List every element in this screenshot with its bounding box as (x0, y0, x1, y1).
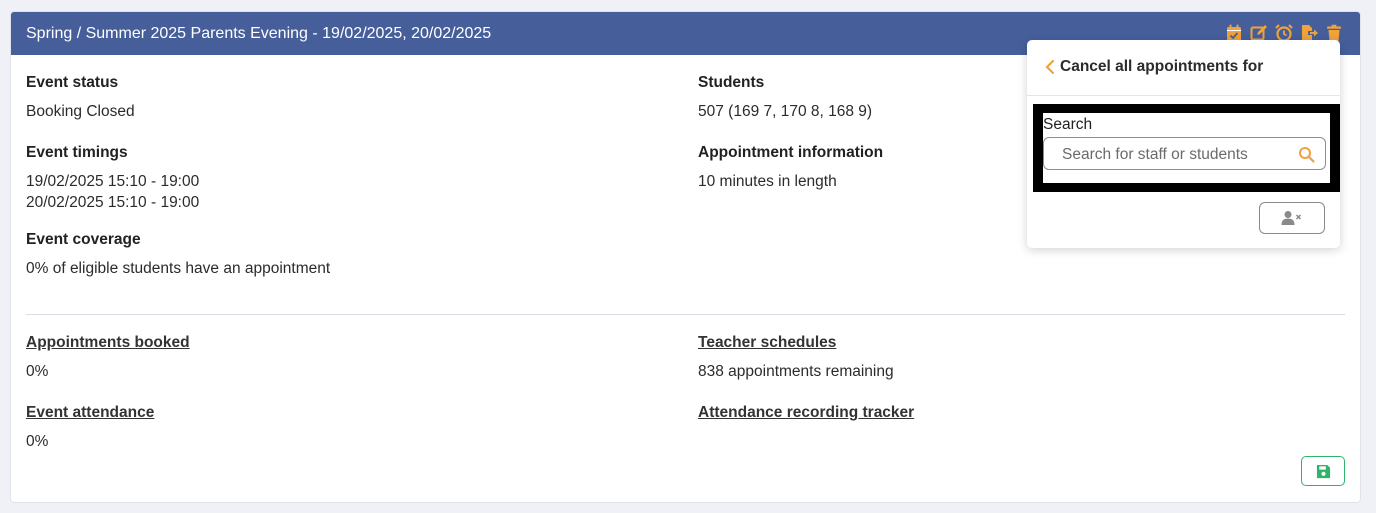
chevron-left-icon[interactable] (1045, 59, 1055, 75)
event-timing-day-2: 20/02/2025 15:10 - 19:00 (26, 194, 200, 211)
teacher-schedules-value: 838 appointments remaining (698, 363, 894, 380)
event-coverage-value: 0% of eligible students have an appointm… (26, 260, 331, 277)
event-attendance-link[interactable]: Event attendance (26, 403, 154, 423)
floppy-disk-icon (1316, 464, 1330, 478)
event-status-label: Event status (26, 74, 119, 91)
popover-title: Cancel all appointments for (1060, 58, 1264, 75)
event-attendance-value: 0% (26, 433, 49, 450)
search-section: Search Search for staff or students (1043, 113, 1330, 183)
save-button[interactable] (1301, 456, 1345, 486)
popover-header: Cancel all appointments for (1027, 40, 1340, 96)
remove-user-button[interactable] (1259, 202, 1325, 234)
appointments-booked-link[interactable]: Appointments booked (26, 333, 190, 353)
search-highlight-frame: Search Search for staff or students (1033, 104, 1340, 192)
event-timings-label: Event timings (26, 144, 128, 161)
cancel-appointments-popover: Cancel all appointments for Search Searc… (1027, 40, 1340, 248)
search-icon (1299, 147, 1315, 163)
event-coverage-label: Event coverage (26, 231, 141, 248)
search-label: Search (1043, 116, 1093, 133)
students-value: 507 (169 7, 170 8, 168 9) (698, 103, 873, 120)
search-placeholder: Search for staff or students (1062, 146, 1248, 163)
appointments-booked-value: 0% (26, 363, 49, 380)
teacher-schedules-link[interactable]: Teacher schedules (698, 333, 836, 353)
search-input[interactable]: Search for staff or students (1043, 137, 1326, 170)
students-label: Students (698, 74, 765, 91)
appointment-info-value: 10 minutes in length (698, 173, 837, 190)
event-title: Spring / Summer 2025 Parents Evening - 1… (26, 25, 492, 42)
event-timing-day-1: 19/02/2025 15:10 - 19:00 (26, 173, 200, 190)
section-divider (26, 314, 1345, 315)
attendance-tracker-link[interactable]: Attendance recording tracker (698, 403, 914, 423)
event-status-value: Booking Closed (26, 103, 135, 120)
appointment-info-label: Appointment information (698, 144, 884, 161)
user-remove-icon (1281, 211, 1302, 225)
